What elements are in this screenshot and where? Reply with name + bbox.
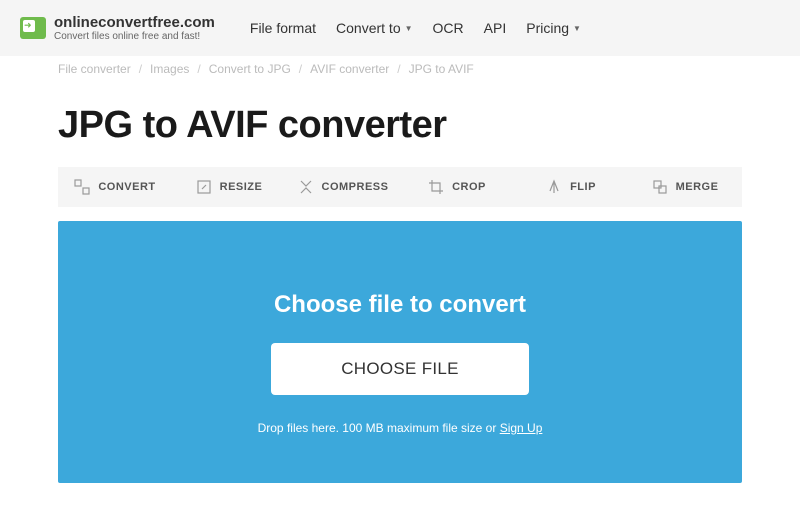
- upload-area[interactable]: Choose file to convert CHOOSE FILE Drop …: [58, 221, 742, 483]
- logo-name: onlineconvertfree.com: [54, 14, 215, 31]
- crop-icon: [428, 179, 444, 195]
- tool-flip[interactable]: FLIP: [514, 167, 628, 207]
- tool-compress[interactable]: COMPRESS: [286, 167, 400, 207]
- signup-link[interactable]: Sign Up: [500, 421, 543, 435]
- nav-pricing[interactable]: Pricing▼: [526, 20, 581, 36]
- convert-icon: [74, 179, 90, 195]
- tool-crop[interactable]: CROP: [400, 167, 514, 207]
- breadcrumb: File converter/ Images/ Convert to JPG/ …: [0, 56, 800, 76]
- tools-bar: CONVERT RESIZE COMPRESS CROP FLIP MERGE: [58, 167, 742, 207]
- page-title: JPG to AVIF converter: [0, 76, 800, 167]
- chevron-down-icon: ▼: [405, 24, 413, 33]
- breadcrumb-item[interactable]: Convert to JPG: [209, 62, 291, 76]
- tool-convert[interactable]: CONVERT: [58, 167, 172, 207]
- logo[interactable]: onlineconvertfree.com Convert files onli…: [20, 14, 215, 42]
- header: onlineconvertfree.com Convert files onli…: [0, 0, 800, 56]
- tool-merge[interactable]: MERGE: [628, 167, 742, 207]
- tool-resize[interactable]: RESIZE: [172, 167, 286, 207]
- nav-file-format[interactable]: File format: [250, 20, 316, 36]
- breadcrumb-item[interactable]: File converter: [58, 62, 131, 76]
- upload-title: Choose file to convert: [98, 291, 702, 319]
- choose-file-button[interactable]: CHOOSE FILE: [271, 343, 529, 395]
- breadcrumb-item[interactable]: Images: [150, 62, 189, 76]
- logo-text: onlineconvertfree.com Convert files onli…: [54, 14, 215, 42]
- nav-ocr[interactable]: OCR: [433, 20, 464, 36]
- logo-icon: [20, 17, 46, 39]
- logo-tagline: Convert files online free and fast!: [54, 31, 215, 42]
- chevron-down-icon: ▼: [573, 24, 581, 33]
- compress-icon: [298, 179, 314, 195]
- nav: File format Convert to▼ OCR API Pricing▼: [250, 20, 581, 36]
- nav-convert-to[interactable]: Convert to▼: [336, 20, 413, 36]
- nav-api[interactable]: API: [484, 20, 507, 36]
- merge-icon: [652, 179, 668, 195]
- resize-icon: [196, 179, 212, 195]
- flip-icon: [546, 179, 562, 195]
- breadcrumb-item[interactable]: AVIF converter: [310, 62, 389, 76]
- breadcrumb-item: JPG to AVIF: [409, 62, 474, 76]
- drop-hint: Drop files here. 100 MB maximum file siz…: [98, 421, 702, 435]
